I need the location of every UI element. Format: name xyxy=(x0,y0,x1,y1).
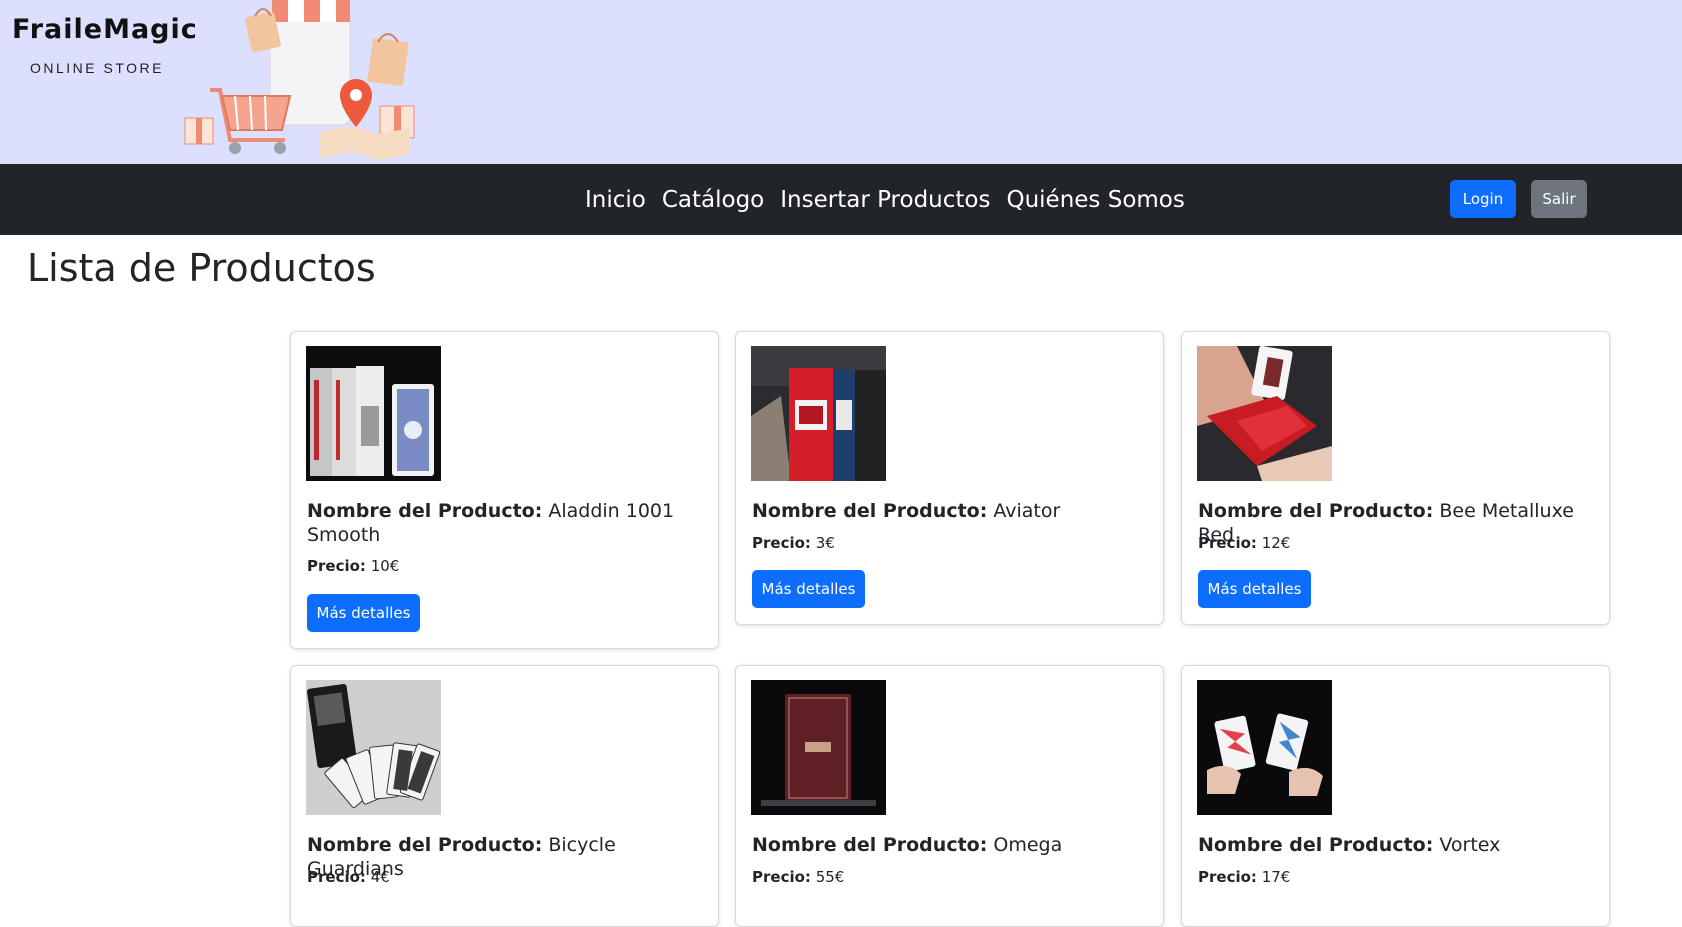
product-name: Vortex xyxy=(1439,834,1501,856)
product-name-label: Nombre del Producto: xyxy=(752,500,988,522)
product-price-label: Precio: xyxy=(752,868,811,886)
brand-name: FraileMagic xyxy=(12,14,198,45)
product-price-label: Precio: xyxy=(1198,534,1257,552)
product-price-line: Precio: 3€ xyxy=(752,534,835,552)
product-image-omega xyxy=(751,680,886,815)
details-button[interactable]: Más detalles xyxy=(1198,570,1311,608)
product-price: 10€ xyxy=(370,557,400,575)
product-card: Nombre del Producto: Aladdin 1001 Smooth… xyxy=(290,331,719,649)
nav-link-catalogo[interactable]: Catálogo xyxy=(662,187,764,213)
product-name: Omega xyxy=(993,834,1063,856)
shopping-illustration xyxy=(180,0,435,164)
product-name-label: Nombre del Producto: xyxy=(1198,834,1434,856)
product-price-line: Precio: 4€ xyxy=(307,868,390,886)
product-name-label: Nombre del Producto: xyxy=(1198,500,1434,522)
nav-links: Inicio Catálogo Insertar Productos Quién… xyxy=(585,164,1185,235)
product-price: 4€ xyxy=(370,868,390,886)
navbar: Inicio Catálogo Insertar Productos Quién… xyxy=(0,164,1682,235)
login-button[interactable]: Login xyxy=(1450,180,1516,218)
product-price: 3€ xyxy=(815,534,835,552)
product-name-line: Nombre del Producto: Omega xyxy=(752,833,1147,857)
product-name-label: Nombre del Producto: xyxy=(307,500,543,522)
product-card: Nombre del Producto: Omega Precio: 55€ xyxy=(735,665,1164,927)
page-title: Lista de Productos xyxy=(27,246,376,290)
product-price-label: Precio: xyxy=(1198,868,1257,886)
product-image-bicycle-guardians xyxy=(306,680,441,815)
nav-link-insertar-productos[interactable]: Insertar Productos xyxy=(780,187,990,213)
product-image-aviator xyxy=(751,346,886,481)
product-image-vortex xyxy=(1197,680,1332,815)
product-name-label: Nombre del Producto: xyxy=(752,834,988,856)
logout-button[interactable]: Salir xyxy=(1531,180,1587,218)
details-button[interactable]: Más detalles xyxy=(307,594,420,632)
product-card: Nombre del Producto: Aviator Precio: 3€ … xyxy=(735,331,1164,625)
product-card: Nombre del Producto: Vortex Precio: 17€ xyxy=(1181,665,1610,927)
product-card: Nombre del Producto: Bee Metalluxe Red P… xyxy=(1181,331,1610,625)
product-price-label: Precio: xyxy=(307,868,366,886)
product-price: 55€ xyxy=(815,868,845,886)
product-name-label: Nombre del Producto: xyxy=(307,834,543,856)
product-price: 12€ xyxy=(1261,534,1291,552)
product-price-line: Precio: 17€ xyxy=(1198,868,1290,886)
product-price-line: Precio: 55€ xyxy=(752,868,844,886)
product-name: Aviator xyxy=(993,500,1061,522)
product-price-label: Precio: xyxy=(752,534,811,552)
product-name-line: Nombre del Producto: Aladdin 1001 Smooth xyxy=(307,499,702,547)
product-card: Nombre del Producto: Bicycle Guardians P… xyxy=(290,665,719,927)
details-button[interactable]: Más detalles xyxy=(752,570,865,608)
nav-link-inicio[interactable]: Inicio xyxy=(585,187,646,213)
product-price-line: Precio: 10€ xyxy=(307,557,399,575)
product-price-line: Precio: 12€ xyxy=(1198,534,1290,552)
product-price-label: Precio: xyxy=(307,557,366,575)
nav-link-quienes-somos[interactable]: Quiénes Somos xyxy=(1006,187,1184,213)
brand-tagline: ONLINE STORE xyxy=(30,60,164,76)
product-image-aladdin xyxy=(306,346,441,481)
product-name-line: Nombre del Producto: Vortex xyxy=(1198,833,1593,857)
product-name-line: Nombre del Producto: Aviator xyxy=(752,499,1147,523)
product-image-bee-metalluxe xyxy=(1197,346,1332,481)
product-price: 17€ xyxy=(1261,868,1291,886)
header-banner: FraileMagic ONLINE STORE xyxy=(0,0,1682,164)
